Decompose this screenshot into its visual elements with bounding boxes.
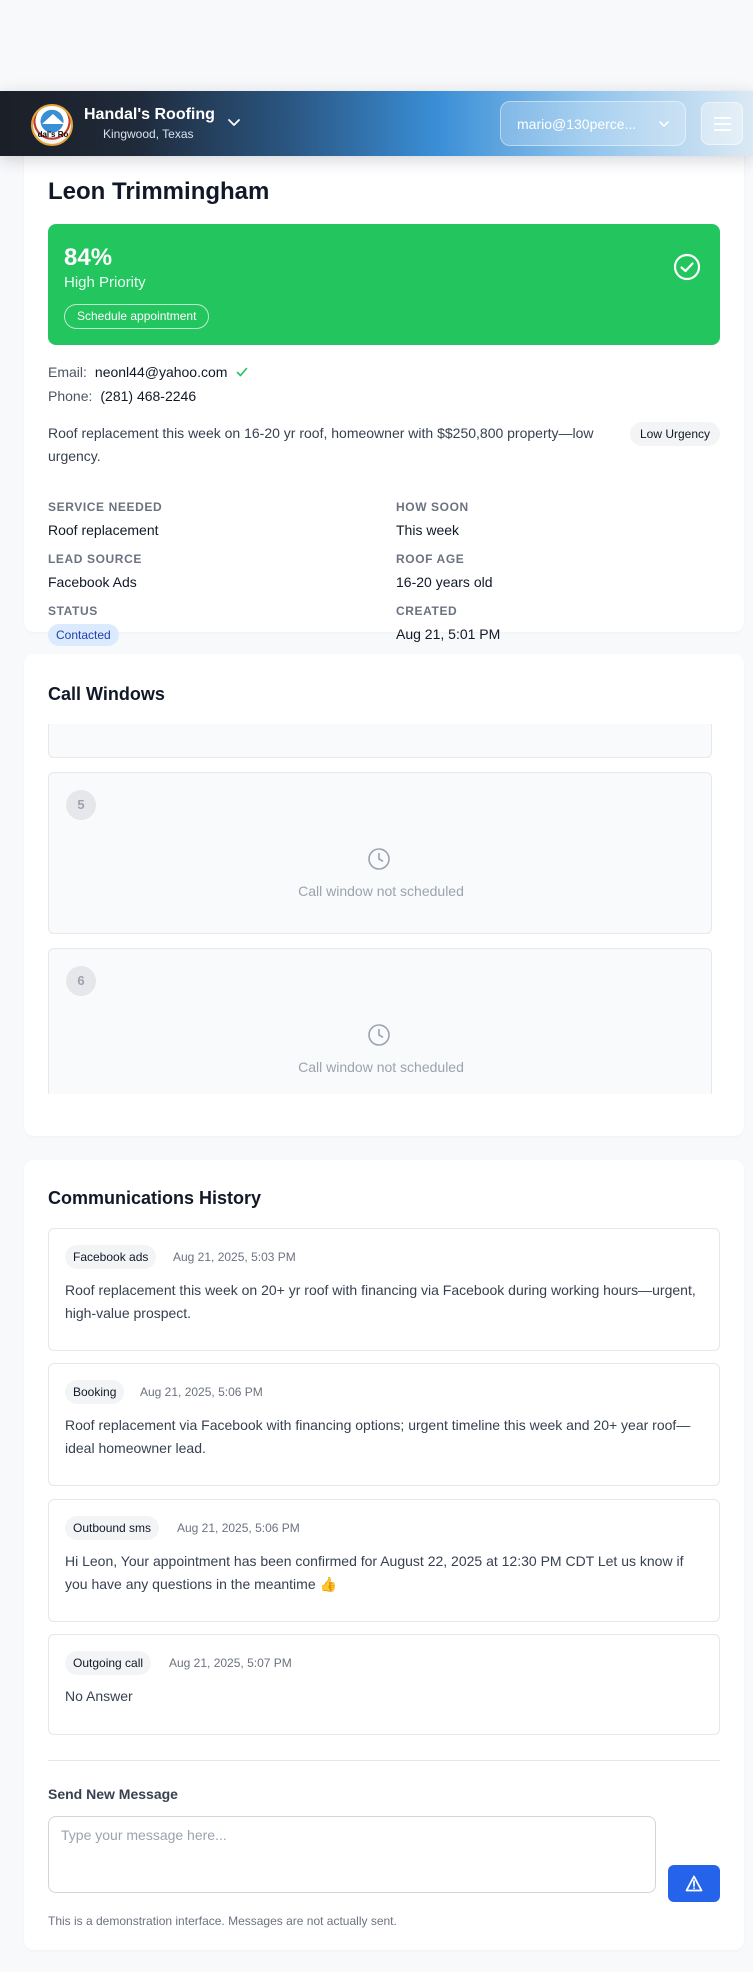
check-icon	[237, 367, 248, 377]
clock-icon	[368, 1024, 390, 1046]
roof-age-value: 16-20 years old	[396, 574, 493, 590]
status-badge: Contacted	[48, 624, 119, 646]
window-status: Call window not scheduled	[298, 883, 464, 899]
chevron-down-icon[interactable]	[226, 114, 242, 130]
communications-title: Communications History	[48, 1188, 262, 1208]
window-number: 5	[66, 790, 96, 820]
demo-disclaimer: This is a demonstration interface. Messa…	[48, 1914, 397, 1928]
call-windows-card: Call Windows 5 Call window not scheduled…	[24, 654, 744, 1136]
lead-source-value: Facebook Ads	[48, 574, 137, 590]
send-button[interactable]	[668, 1865, 720, 1902]
service-needed-label: SERVICE NEEDED	[48, 500, 163, 514]
message-input[interactable]	[48, 1816, 656, 1893]
schedule-appointment-button[interactable]: Schedule appointment	[64, 304, 210, 329]
communication-time: Aug 21, 2025, 5:03 PM	[173, 1250, 296, 1264]
communication-item: Outbound sms Aug 21, 2025, 5:06 PM Hi Le…	[48, 1499, 720, 1622]
chevron-down-icon	[659, 121, 669, 127]
menu-icon	[714, 129, 731, 131]
communication-type-badge: Facebook ads	[65, 1245, 157, 1269]
service-needed-value: Roof replacement	[48, 522, 159, 538]
status-label: STATUS	[48, 604, 98, 618]
call-windows-title: Call Windows	[48, 684, 165, 704]
communication-time: Aug 21, 2025, 5:06 PM	[177, 1521, 300, 1535]
phone-label: Phone:	[48, 388, 93, 404]
urgency-badge: Low Urgency	[629, 422, 720, 446]
phone-row: Phone: (281) 468-2246	[48, 388, 196, 404]
window-number: 6	[66, 966, 96, 996]
company-logo[interactable]: dal's Ro	[31, 104, 73, 146]
created-label: CREATED	[396, 604, 458, 618]
communications-card: Communications History Facebook ads Aug …	[24, 1160, 744, 1950]
account-selector[interactable]: mario@130perce...	[500, 101, 686, 146]
lead-score: 84%	[64, 244, 113, 271]
logo-text: dal's Ro	[37, 130, 69, 139]
account-email: mario@130perce...	[517, 115, 637, 132]
company-location: Kingwood, Texas	[103, 127, 194, 141]
menu-icon	[714, 123, 731, 125]
communication-text: Hi Leon, Your appointment has been confi…	[65, 1553, 684, 1592]
communication-type-badge: Booking	[65, 1380, 125, 1404]
communication-text: Roof replacement this week on 20+ yr roo…	[65, 1282, 696, 1321]
lead-phone[interactable]: (281) 468-2246	[100, 388, 196, 404]
communication-time: Aug 21, 2025, 5:07 PM	[169, 1656, 292, 1670]
call-windows-list[interactable]: 5 Call window not scheduled 6 Call windo…	[48, 724, 720, 1094]
company-name[interactable]: Handal's Roofing	[84, 106, 215, 124]
roof-age-label: ROOF AGE	[396, 552, 465, 566]
communication-item: Facebook ads Aug 21, 2025, 5:03 PM Roof …	[48, 1228, 720, 1351]
lead-email[interactable]: neonl44@yahoo.com	[95, 364, 228, 380]
check-circle-icon	[673, 253, 701, 281]
window-status: Call window not scheduled	[298, 1059, 464, 1075]
email-row: Email: neonl44@yahoo.com	[48, 364, 249, 380]
communication-text: Roof replacement via Facebook with finan…	[65, 1417, 691, 1456]
communication-time: Aug 21, 2025, 5:06 PM	[140, 1385, 263, 1399]
clock-icon	[368, 848, 390, 870]
email-label: Email:	[48, 364, 87, 380]
call-window-slot: 6 Call window not scheduled	[48, 948, 712, 1094]
communication-type-badge: Outgoing call	[65, 1651, 152, 1675]
call-window-slot	[48, 724, 712, 758]
communication-type-badge: Outbound sms	[65, 1516, 160, 1540]
menu-button[interactable]	[701, 102, 743, 145]
lead-card: Leon Trimmingham 84% High Priority Sched…	[24, 140, 744, 646]
roof-icon	[42, 114, 64, 124]
how-soon-label: HOW SOON	[396, 500, 469, 514]
send-icon	[685, 1875, 703, 1892]
communication-item: Outgoing call Aug 21, 2025, 5:07 PM No A…	[48, 1634, 720, 1735]
call-window-slot: 5 Call window not scheduled	[48, 772, 712, 934]
divider	[48, 1760, 720, 1761]
lead-source-label: LEAD SOURCE	[48, 552, 142, 566]
menu-icon	[714, 117, 731, 119]
lead-summary: Roof replacement this week on 16-20 yr r…	[48, 425, 594, 464]
app-header: dal's Ro Handal's Roofing Kingwood, Texa…	[0, 91, 753, 156]
lead-name: Leon Trimmingham	[48, 178, 270, 205]
created-value: Aug 21, 5:01 PM	[396, 626, 501, 642]
how-soon-value: This week	[396, 522, 460, 538]
priority-label: High Priority	[64, 274, 146, 291]
communication-text: No Answer	[65, 1688, 133, 1704]
send-message-label: Send New Message	[48, 1786, 178, 1802]
communication-item: Booking Aug 21, 2025, 5:06 PM Roof repla…	[48, 1363, 720, 1486]
priority-panel: 84% High Priority Schedule appointment	[48, 224, 720, 345]
